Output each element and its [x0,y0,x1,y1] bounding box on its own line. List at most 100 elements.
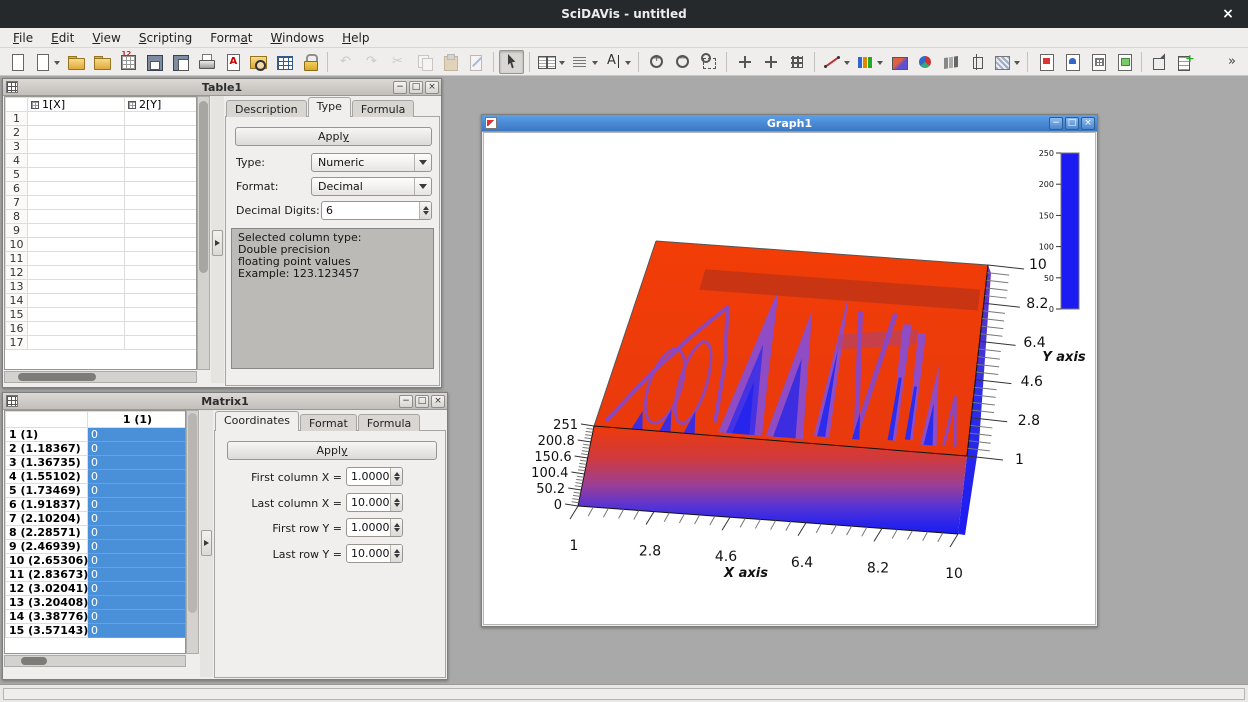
minimize-button[interactable]: − [399,395,413,408]
pointer-button[interactable] [499,50,524,74]
matrix-cell-selected[interactable]: 0 [88,512,187,526]
format-combobox[interactable]: Decimal [311,177,432,196]
matrix-row-header[interactable]: 13 (3.20408) [6,596,88,610]
table-cell[interactable] [28,196,125,210]
matrix1-tab-formula[interactable]: Formula [358,414,420,431]
new-window-button[interactable] [30,50,62,74]
table-cell[interactable] [28,182,125,196]
matrix1-splitter[interactable] [200,410,213,677]
app-titlebar[interactable]: SciDAVis - untitled × [0,0,1248,28]
table1-titlebar[interactable]: Table1 − □ × [3,79,441,96]
table-cell[interactable] [28,112,125,126]
matrix-cell-selected[interactable]: 0 [88,442,187,456]
coordinate-spinner[interactable]: 10.0000000 [346,493,403,512]
table-cell[interactable] [125,336,198,350]
matrix-cell-selected[interactable]: 0 [88,484,187,498]
apply-button[interactable]: Apply [235,127,432,146]
save-project-button[interactable] [141,50,166,74]
spin-down-icon[interactable] [423,211,429,218]
splitter-expand-button[interactable] [212,230,223,256]
menu-edit[interactable]: Edit [42,29,83,47]
new-project-button[interactable] [4,50,29,74]
graph1-titlebar[interactable]: Graph1 − □ × [482,115,1097,132]
spin-down-icon[interactable] [394,477,400,484]
row-header[interactable]: 17 [6,336,28,350]
table-cell[interactable] [28,294,125,308]
matrix-cell-selected[interactable]: 0 [88,554,187,568]
matrix-cell-selected[interactable]: 0 [88,498,187,512]
matrix-row-header[interactable]: 11 (2.83673) [6,568,88,582]
row-header[interactable]: 15 [6,308,28,322]
coordinate-spinner[interactable]: 1.00000000 [346,518,403,537]
splitter-expand-button[interactable] [201,530,212,556]
spin-up-icon[interactable] [394,495,400,502]
row-header[interactable]: 13 [6,280,28,294]
row-header[interactable]: 6 [6,182,28,196]
table-cell[interactable] [125,168,198,182]
save-as-button[interactable] [167,50,192,74]
row-header[interactable]: 9 [6,224,28,238]
add-columns-button[interactable] [535,50,567,74]
table-cell[interactable] [125,308,198,322]
plot-3d-bars-button[interactable] [938,50,963,74]
close-button[interactable]: × [431,395,445,408]
matrix-cell-selected[interactable]: 0 [88,470,187,484]
import-ascii-button[interactable] [115,50,140,74]
add-rows-button[interactable] [568,50,600,74]
matrix-row-header[interactable]: 15 (3.57143) [6,624,88,638]
table-cell[interactable] [125,196,198,210]
matrix-cell-selected[interactable]: 0 [88,568,187,582]
table1-tab-description[interactable]: Description [226,100,307,117]
plot-pie-button[interactable] [912,50,937,74]
table-cell[interactable] [28,224,125,238]
matrix-row-header[interactable]: 9 (2.46939) [6,540,88,554]
table-cell[interactable] [28,210,125,224]
matrix1-vertical-scrollbar[interactable] [186,410,199,654]
table-cell[interactable] [28,266,125,280]
matrix-row-header[interactable]: 10 (2.65306) [6,554,88,568]
menu-file[interactable]: File [4,29,42,47]
table-cell[interactable] [125,210,198,224]
table-cell[interactable] [28,308,125,322]
coordinate-spinner[interactable]: 10.0000000 [346,544,403,563]
table1-horizontal-scrollbar[interactable] [4,371,197,383]
toolbar-overflow-button[interactable]: » [1228,54,1244,69]
matrix1-tab-coordinates[interactable]: Coordinates [215,411,299,431]
lock-toolbars-button[interactable] [297,50,322,74]
matrix-cell-selected[interactable]: 0 [88,540,187,554]
matrix-row-header[interactable]: 14 (3.38776) [6,610,88,624]
close-button[interactable]: × [1081,117,1095,130]
table1-tab-type[interactable]: Type [308,97,351,117]
matrix-row-header[interactable]: 7 (2.10204) [6,512,88,526]
menu-view[interactable]: View [83,29,129,47]
table-cell[interactable] [125,140,198,154]
draw-line-button[interactable] [820,50,852,74]
matrix-row-header[interactable]: 2 (1.18367) [6,442,88,456]
minimize-button[interactable]: − [393,81,407,94]
row-header[interactable]: 7 [6,196,28,210]
corner-header[interactable] [6,98,28,112]
table-cell[interactable] [125,238,198,252]
matrix-cell-selected[interactable]: 0 [88,624,187,638]
table-cell[interactable] [28,140,125,154]
row-header[interactable]: 4 [6,154,28,168]
select-range-button[interactable] [758,50,783,74]
matrix1-tab-format[interactable]: Format [300,414,357,431]
add-text-button[interactable] [601,50,633,74]
matrix1-titlebar[interactable]: Matrix1 − □ × [3,393,447,410]
matrix-row-header[interactable]: 8 (2.28571) [6,526,88,540]
table1-splitter[interactable] [211,96,224,383]
matrix1-horizontal-scrollbar[interactable] [4,655,186,667]
edit-button[interactable] [463,50,488,74]
maximize-button[interactable]: □ [1065,117,1079,130]
spin-up-icon[interactable] [394,469,400,476]
matrix-cell-selected[interactable]: 0 [88,596,187,610]
menu-help[interactable]: Help [333,29,378,47]
table-cell[interactable] [28,126,125,140]
matrix-row-header[interactable]: 5 (1.73469) [6,484,88,498]
table-cell[interactable] [125,280,198,294]
matrix-cell-selected[interactable]: 0 [88,610,187,624]
rescale-button[interactable] [696,50,721,74]
table-cell[interactable] [125,266,198,280]
plot-pattern-button[interactable] [990,50,1022,74]
